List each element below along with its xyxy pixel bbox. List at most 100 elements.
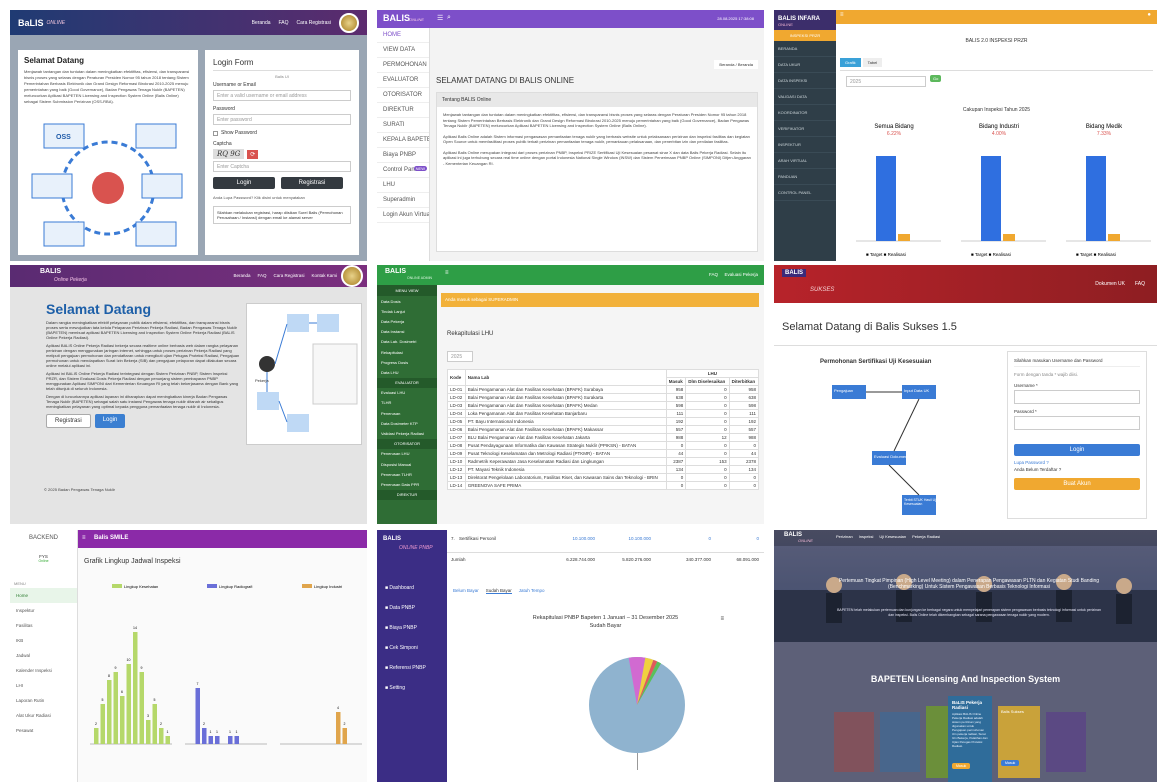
register-button[interactable]: Registrasi <box>281 177 343 189</box>
show-password-checkbox[interactable] <box>213 130 218 136</box>
logo[interactable]: BALIS <box>385 268 406 275</box>
year-select[interactable]: 2025 <box>846 76 926 87</box>
card-pnbp[interactable] <box>1046 712 1086 772</box>
sidebar-item-12[interactable]: Data Dosimeter KTP <box>377 418 437 428</box>
nav-uji[interactable]: Uji Kesesuaian <box>879 534 906 539</box>
sidebar-item-biaya-pnbp[interactable]: Biaya PNBP <box>377 148 429 163</box>
forgot-password-link[interactable]: Lupa Password ? <box>1014 460 1140 465</box>
logo[interactable]: BALIS <box>40 268 61 275</box>
sidebar-item-8[interactable]: PANDUAN <box>774 169 836 185</box>
login-button[interactable]: Login <box>94 414 126 428</box>
sidebar-item-1[interactable]: ■ Data PNBP <box>377 598 447 618</box>
logo[interactable]: BALIS <box>383 13 410 23</box>
sidebar-item-3[interactable]: Data Instansi <box>377 327 437 337</box>
tab-sudah-bayar[interactable]: Sudah Bayar <box>485 588 512 594</box>
user-menu[interactable]: Evaluasi Pekerja <box>724 272 758 277</box>
sidebar-item-1[interactable]: Tindak Lanjut <box>377 306 437 316</box>
sidebar-item-kepala[interactable]: KEPALA BAPETEN <box>377 133 429 148</box>
username-input[interactable] <box>1014 390 1140 404</box>
sidebar-item-5[interactable]: VERIFIKATOR <box>774 121 836 137</box>
breadcrumb[interactable]: Beranda / Beranda <box>714 60 758 69</box>
nav-inspeksi[interactable]: Inspeksi <box>859 534 874 539</box>
register-button[interactable]: Registrasi <box>46 414 91 428</box>
tab-jatuh-tempo[interactable]: Jatuh Tempo <box>519 588 545 594</box>
password-input[interactable]: Enter password <box>213 114 351 125</box>
nav-perizinan[interactable]: Perizinan <box>836 534 853 539</box>
sidebar-item-5[interactable]: ■ Setting <box>377 678 447 698</box>
sidebar-item-permohonan[interactable]: PERMOHONAN <box>377 58 429 73</box>
sidebar-item-2[interactable]: Data Pekerja <box>377 316 437 326</box>
menu-toggle-icon[interactable]: ≡ <box>445 270 449 276</box>
captcha-input[interactable]: Enter Captcha <box>213 161 351 172</box>
sidebar-item-evaluator[interactable]: EVALUATOR <box>377 73 429 88</box>
sidebar-item-18[interactable]: Penerusan Data PPR <box>377 479 437 489</box>
search-icon[interactable]: ⌕ <box>447 14 451 22</box>
username-input[interactable]: Enter a valid username or email address <box>213 90 351 101</box>
sidebar-item-8[interactable]: Alat Ukur Radiasi <box>10 708 77 723</box>
tab-belum-bayar[interactable]: Belum Bayar <box>453 588 479 594</box>
sidebar-item-5[interactable]: Kalender Inspeksi <box>10 663 77 678</box>
sidebar-item-7[interactable]: Laporan Rutin <box>10 693 77 708</box>
logo[interactable]: BaLIS <box>18 18 44 28</box>
nav-pekerja[interactable]: Pekerja Radiasi <box>912 534 940 539</box>
faq-link[interactable]: FAQ <box>709 272 718 277</box>
sidebar-item-13[interactable]: Validasi Pekerja Radiasi <box>377 428 437 438</box>
sidebar-item-0[interactable]: Data Dosis <box>377 296 437 306</box>
sidebar-item-9[interactable]: Pesawat <box>10 723 77 738</box>
sidebar-item-6[interactable]: LHI <box>10 678 77 693</box>
sidebar-item-16[interactable]: Disposisi Manual <box>377 459 437 469</box>
refresh-captcha-icon[interactable]: ⟳ <box>247 149 259 159</box>
sidebar-item-17[interactable]: Penerusan TLHR <box>377 469 437 479</box>
sidebar-item-1[interactable]: DATA UKUR <box>774 57 836 73</box>
password-input[interactable] <box>1014 416 1140 430</box>
sidebar-item-4[interactable]: Jadwal <box>10 648 77 663</box>
menu-toggle-icon[interactable]: ≡ <box>82 535 86 541</box>
sidebar-item-view-data[interactable]: VIEW DATA <box>377 43 429 58</box>
nav-faq[interactable]: FAQ <box>257 273 266 278</box>
sidebar-item-5[interactable]: Rekapitulasi <box>377 347 437 357</box>
menu-toggle-icon[interactable]: ≡ <box>840 12 844 18</box>
sidebar-item-2[interactable]: Fasilitas <box>10 618 77 633</box>
tab-tabel[interactable]: Tabel <box>862 58 883 67</box>
sidebar-item-superadmin[interactable]: Superadmin <box>377 193 429 208</box>
sidebar-item-1[interactable]: Inspektur <box>10 603 77 618</box>
sidebar-item-surati[interactable]: SURATI <box>377 118 429 133</box>
sidebar-item-direktur[interactable]: DIREKTUR <box>377 103 429 118</box>
sidebar-item-2[interactable]: DATA INSPEKSI <box>774 73 836 89</box>
sidebar-item-4[interactable]: Data Lab. Dosimetri <box>377 337 437 347</box>
sidebar-item-lhu[interactable]: LHU <box>377 178 429 193</box>
sidebar-item-7[interactable]: Data LHU <box>377 367 437 377</box>
sidebar-item-3[interactable]: IKB <box>10 633 77 648</box>
card-inspeksi[interactable] <box>880 712 920 772</box>
nav-faq[interactable]: FAQ <box>1135 281 1145 287</box>
sidebar-item-2[interactable]: ■ Biaya PNBP <box>377 618 447 638</box>
sidebar-item-7[interactable]: ARAH VIRTUAL <box>774 153 836 169</box>
card-sukses[interactable]: Balis Sukses Masuk <box>998 706 1040 778</box>
tab-grafik[interactable]: Grafik <box>840 58 861 67</box>
login-button[interactable]: Login <box>213 177 275 189</box>
sidebar-item-6[interactable]: Progress Dosis <box>377 357 437 367</box>
nav-registrasi[interactable]: Cara Registrasi <box>297 20 331 26</box>
sidebar-item-11[interactable]: Penerusan <box>377 408 437 418</box>
nav-faq[interactable]: FAQ <box>279 20 289 26</box>
sidebar-item-4[interactable]: KOORDINATOR <box>774 105 836 121</box>
sidebar-item-3[interactable]: VALIDASI DATA <box>774 89 836 105</box>
nav-beranda[interactable]: Beranda <box>233 273 250 278</box>
sidebar-item-9[interactable]: Evaluasi LHU <box>377 388 437 398</box>
nav-dokumen-uk[interactable]: Dokumen UK <box>1095 281 1125 287</box>
logo[interactable]: BALIS <box>782 269 806 277</box>
logo[interactable]: BALIS <box>383 536 401 542</box>
sidebar-item-3[interactable]: ■ Cek Simponi <box>377 638 447 658</box>
card-enter-button[interactable]: Masuk <box>952 763 971 769</box>
chart-menu-icon[interactable]: ≡ <box>720 616 724 622</box>
nav-beranda[interactable]: Beranda <box>252 20 271 26</box>
sidebar-item-0[interactable]: BERANDA <box>774 41 836 57</box>
sidebar-item-otorisator[interactable]: OTORISATOR <box>377 88 429 103</box>
sidebar-item-9[interactable]: CONTROL PANEL <box>774 185 836 201</box>
sidebar-item-0[interactable]: ■ Dashboard <box>377 578 447 598</box>
year-select[interactable]: 2025 <box>447 351 473 362</box>
sidebar-item-6[interactable]: INSPEKTUR <box>774 137 836 153</box>
sidebar-item-15[interactable]: Penerusan LHU <box>377 449 437 459</box>
create-account-button[interactable]: Buat Akun <box>1014 478 1140 490</box>
sidebar-item-0[interactable]: Home <box>10 588 77 603</box>
